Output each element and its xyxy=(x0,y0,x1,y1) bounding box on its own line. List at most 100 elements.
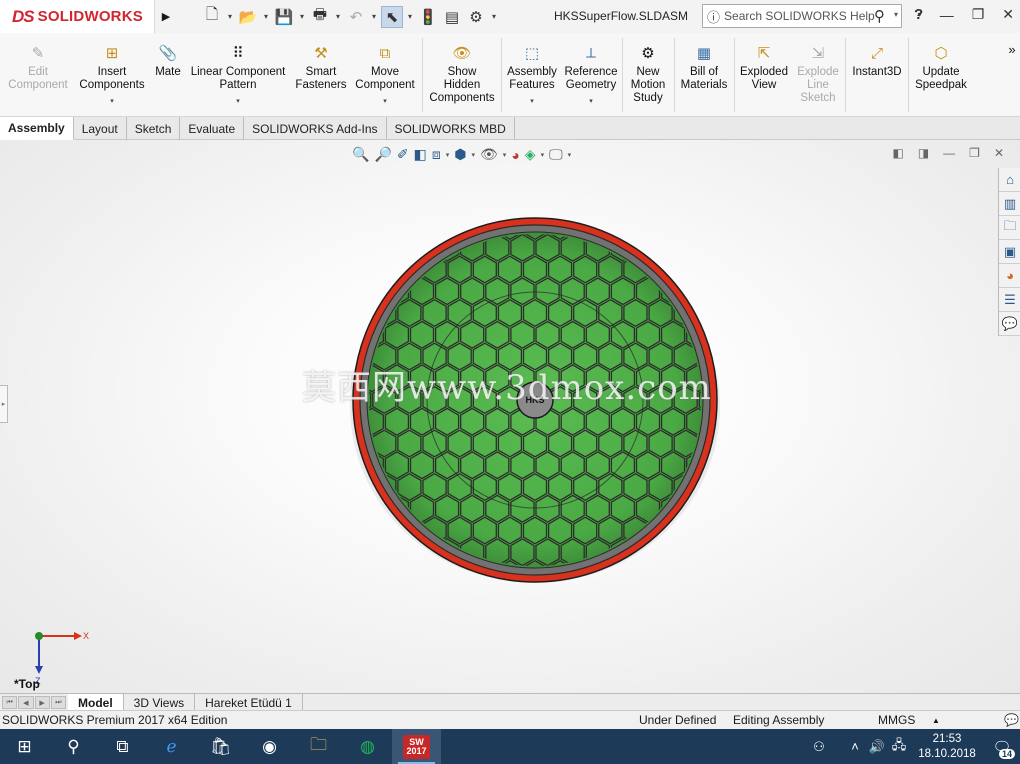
taskbar-search-icon[interactable]: ⚲ xyxy=(49,729,98,764)
apply-scene-icon[interactable]: ◈ xyxy=(525,146,536,163)
view-settings-dropdown-icon[interactable]: ▾ xyxy=(568,151,572,159)
move-component-button[interactable]: ⧉ Move Component ▾ xyxy=(352,33,418,117)
prev-tab-icon[interactable]: ◀ xyxy=(18,696,34,709)
caret-down-icon[interactable]: ▾ xyxy=(110,95,114,108)
tab-mbd[interactable]: SOLIDWORKS MBD xyxy=(387,117,515,140)
volume-icon[interactable]: 🔊 xyxy=(866,739,888,755)
save-dropdown-icon[interactable]: ▾ xyxy=(297,12,307,21)
units-caret-icon[interactable]: ▲ xyxy=(932,716,940,725)
explode-line-sketch-button[interactable]: ⇲ Explode Line Sketch xyxy=(794,33,842,117)
open-folder-icon[interactable]: 📂 xyxy=(237,6,259,28)
minimize-icon[interactable]: — xyxy=(940,7,954,23)
custom-properties-icon[interactable]: ☰ xyxy=(999,288,1020,312)
tab-sketch[interactable]: Sketch xyxy=(127,117,181,140)
rebuild-traffic-light-icon[interactable]: 🚦 xyxy=(417,6,439,28)
file-explorer-icon[interactable]: 🗀 xyxy=(999,216,1020,240)
windows-start-icon[interactable]: ⊞ xyxy=(0,729,49,764)
spotify-icon[interactable]: ◍ xyxy=(343,729,392,764)
print-icon[interactable]: 🖶 xyxy=(309,6,331,28)
options-dropdown-icon[interactable]: ▾ xyxy=(489,12,499,21)
view-orientation-icon[interactable]: ⧈ xyxy=(432,146,441,163)
previous-doc-icon[interactable]: ◧ xyxy=(892,146,903,160)
restore-icon[interactable]: ❐ xyxy=(972,6,985,23)
save-icon[interactable]: 💾 xyxy=(273,6,295,28)
help-search-input[interactable]: ⓘ Search SOLIDWORKS Help ⚲ ▾ xyxy=(702,4,902,28)
help-dropdown-icon[interactable]: ▾ xyxy=(918,10,922,19)
task-view-icon[interactable]: ⧉ xyxy=(98,729,147,764)
file-explorer-taskbar-icon[interactable]: 🗀 xyxy=(294,729,343,764)
options-gear-icon[interactable]: ⚙ xyxy=(465,6,487,28)
caret-down-icon[interactable]: ▾ xyxy=(236,95,240,108)
undo-icon[interactable]: ↶ xyxy=(345,6,367,28)
tab-layout[interactable]: Layout xyxy=(74,117,127,140)
edge-browser-icon[interactable]: ℯ xyxy=(147,729,196,764)
caret-down-icon[interactable]: ▾ xyxy=(530,95,534,108)
tab-assembly[interactable]: Assembly xyxy=(0,117,74,140)
ribbon-overflow-button[interactable]: » xyxy=(1004,33,1020,117)
status-message-icon[interactable]: 💬 xyxy=(1004,713,1019,727)
caret-down-icon[interactable]: ▾ xyxy=(383,95,387,108)
solidworks-logo[interactable]: DS SOLIDWORKS xyxy=(0,0,155,33)
chrome-icon[interactable]: ◉ xyxy=(245,729,294,764)
first-tab-icon[interactable]: ⏮ xyxy=(2,696,18,709)
bill-of-materials-button[interactable]: ▦ Bill of Materials xyxy=(676,33,732,117)
solidworks-resources-icon[interactable]: ⌂ xyxy=(999,168,1020,192)
update-speedpak-button[interactable]: ⬡ Update Speedpak xyxy=(910,33,972,117)
network-icon[interactable]: 🖧 xyxy=(888,736,910,758)
units-selector[interactable]: MMGS xyxy=(878,713,915,727)
hide-show-dropdown-icon[interactable]: ▾ xyxy=(503,151,507,159)
close-icon[interactable]: ✕ xyxy=(1002,6,1014,23)
reference-geometry-button[interactable]: ⟂ Reference Geometry ▾ xyxy=(562,33,620,117)
edit-component-button[interactable]: ✎ Edit Component xyxy=(6,33,70,117)
new-motion-study-button[interactable]: ⚙ New Motion Study xyxy=(624,33,672,117)
show-hidden-icons-icon[interactable]: ˄ xyxy=(844,739,866,754)
linear-component-pattern-button[interactable]: ⠿ Linear Component Pattern ▾ xyxy=(188,33,288,117)
select-dropdown-icon[interactable]: ▾ xyxy=(405,12,415,21)
doc-minimize-icon[interactable]: — xyxy=(943,146,955,160)
next-tab-icon[interactable]: ▶ xyxy=(34,696,50,709)
forum-icon[interactable]: 💬 xyxy=(999,312,1020,336)
zoom-to-fit-icon[interactable]: 🔍 xyxy=(352,146,369,163)
previous-view-icon[interactable]: ✐ xyxy=(397,146,409,163)
design-library-icon[interactable]: ▥ xyxy=(999,192,1020,216)
smart-fasteners-button[interactable]: ⚒ Smart Fasteners xyxy=(290,33,352,117)
search-dropdown-icon[interactable]: ▾ xyxy=(894,10,898,19)
store-icon[interactable]: 🛍 xyxy=(196,729,245,764)
undo-dropdown-icon[interactable]: ▾ xyxy=(369,12,379,21)
file-properties-icon[interactable]: ▤ xyxy=(441,6,463,28)
feature-manager-expand-handle[interactable]: ▸ xyxy=(0,385,8,423)
display-style-icon[interactable]: ⬢ xyxy=(454,146,466,163)
menu-expand-arrow-icon[interactable]: ▶ xyxy=(155,0,177,33)
mate-button[interactable]: 📎 Mate xyxy=(150,33,186,117)
action-center-icon[interactable]: 🗨 14 xyxy=(984,729,1020,764)
insert-components-button[interactable]: ⊞ Insert Components ▾ xyxy=(76,33,148,117)
scene-dropdown-icon[interactable]: ▾ xyxy=(541,151,545,159)
instant3d-button[interactable]: ⤢ Instant3D xyxy=(848,33,906,117)
zoom-to-area-icon[interactable]: 🔎 xyxy=(374,146,391,163)
tab-model[interactable]: Model xyxy=(68,694,124,711)
appearances-icon[interactable]: ◕ xyxy=(999,264,1020,288)
assembly-features-button[interactable]: ⬚ Assembly Features ▾ xyxy=(504,33,560,117)
show-hidden-components-button[interactable]: 👁 Show Hidden Components xyxy=(426,33,498,117)
doc-restore-icon[interactable]: ❐ xyxy=(969,146,980,160)
search-icon[interactable]: ⚲ xyxy=(874,7,885,25)
display-style-dropdown-icon[interactable]: ▾ xyxy=(472,151,476,159)
caret-down-icon[interactable]: ▾ xyxy=(589,95,593,108)
tab-evaluate[interactable]: Evaluate xyxy=(180,117,245,140)
new-dropdown-icon[interactable]: ▾ xyxy=(225,12,235,21)
exploded-view-button[interactable]: ⇱ Exploded View xyxy=(736,33,792,117)
open-dropdown-icon[interactable]: ▾ xyxy=(261,12,271,21)
doc-close-icon[interactable]: ✕ xyxy=(994,146,1004,160)
tab-3d-views[interactable]: 3D Views xyxy=(124,694,196,711)
solidworks-taskbar-icon[interactable]: SW 2017 xyxy=(392,729,441,764)
tab-motion-study[interactable]: Hareket Etüdü 1 xyxy=(195,694,303,711)
edit-appearance-icon[interactable]: ◕ xyxy=(511,147,519,163)
people-icon[interactable]: ⚇ xyxy=(808,739,830,755)
select-cursor-icon[interactable]: ⬉ xyxy=(381,5,403,28)
last-tab-icon[interactable]: ⏭ xyxy=(50,696,66,709)
view-palette-icon[interactable]: ▣ xyxy=(999,240,1020,264)
print-dropdown-icon[interactable]: ▾ xyxy=(333,12,343,21)
tab-addins[interactable]: SOLIDWORKS Add-Ins xyxy=(244,117,387,140)
graphics-area[interactable]: 🔍 🔎 ✐ ◧ ⧈ ▾ ⬢ ▾ 👁 ▾ ◕ ◈ ▾ 🖵 ▾ ◧ ◨ — ❐ ✕ ⌂ ▥ 🗀… xyxy=(0,140,1020,693)
clock[interactable]: 21:53 18.10.2018 xyxy=(910,732,984,762)
